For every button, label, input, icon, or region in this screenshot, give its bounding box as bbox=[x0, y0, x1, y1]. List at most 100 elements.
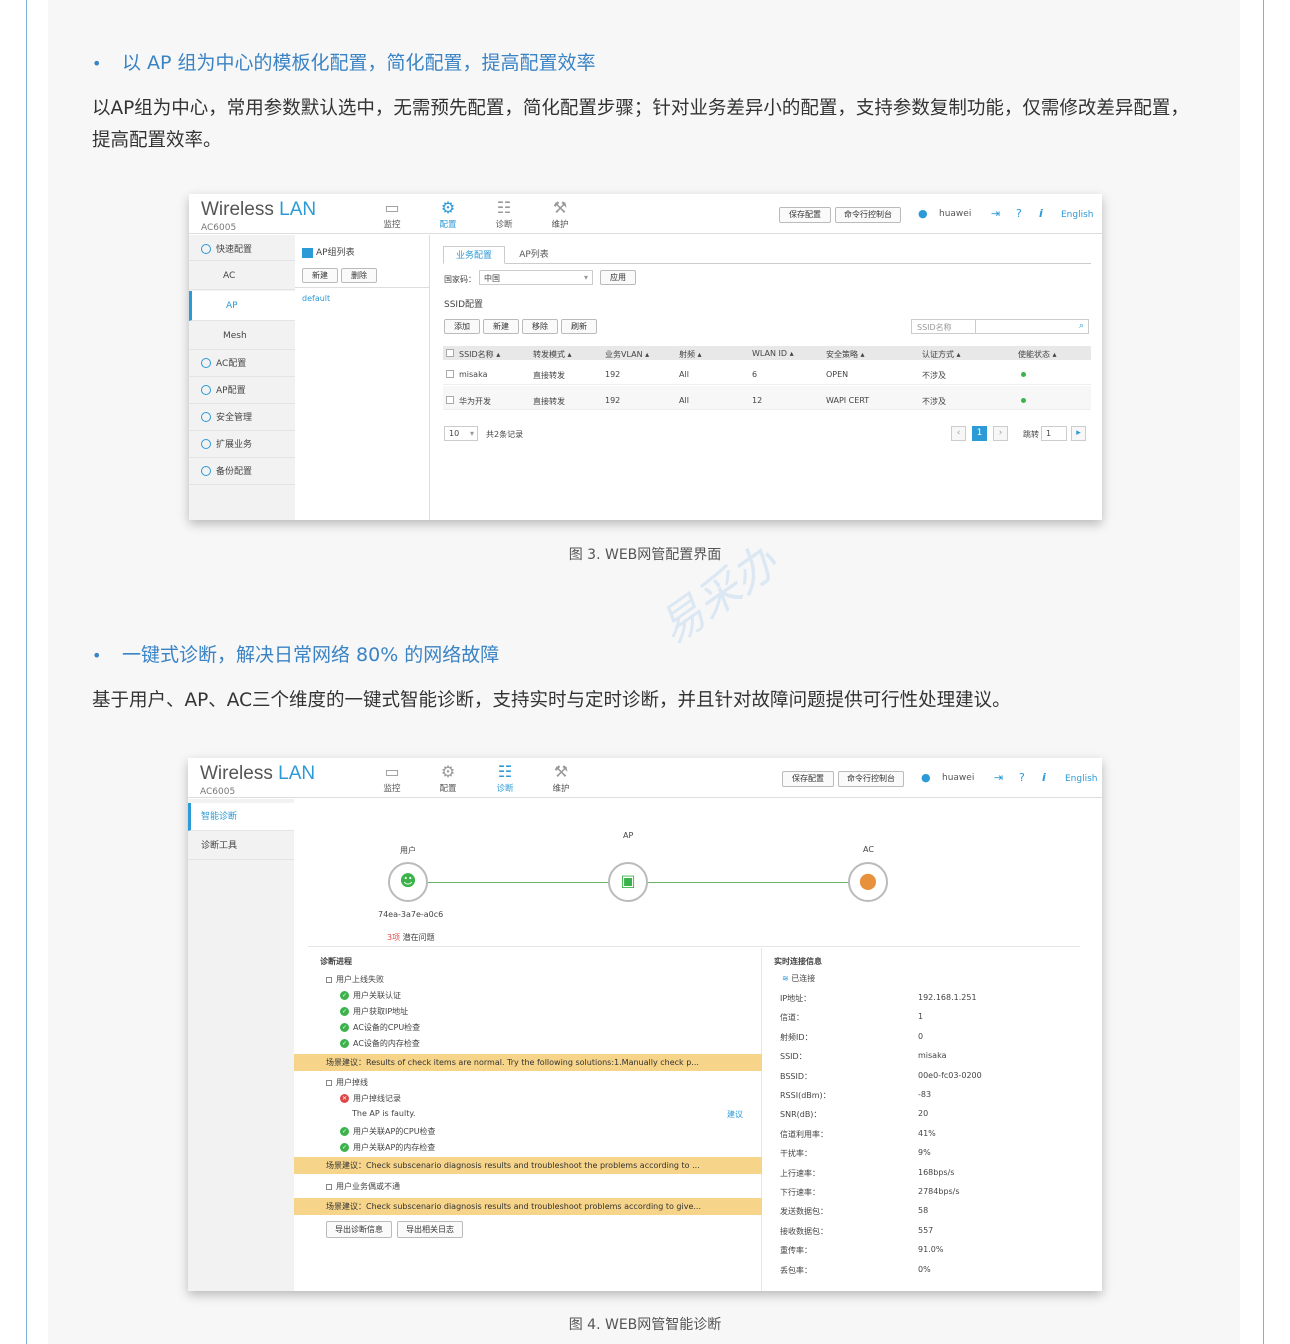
select-all-checkbox[interactable] bbox=[446, 349, 454, 357]
nav-ap-config[interactable]: AP配置 bbox=[189, 378, 295, 404]
row-checkbox[interactable] bbox=[446, 396, 454, 404]
ac-node-icon[interactable]: ⬤ bbox=[848, 862, 888, 902]
nav-ac-config[interactable]: AC配置 bbox=[189, 351, 295, 377]
tab-service-config[interactable]: 业务配置 bbox=[443, 246, 505, 264]
check-icon: ✓ bbox=[340, 1127, 349, 1136]
nav-ac[interactable]: AC bbox=[189, 262, 295, 290]
col-vlan[interactable]: 业务VLAN ▴ bbox=[605, 349, 649, 360]
ssid-search-input[interactable]: SSID名称 ⌕ bbox=[911, 319, 1089, 334]
info-value: 168bps/s bbox=[918, 1167, 955, 1177]
logout-icon[interactable]: ⇥ bbox=[994, 771, 1003, 784]
col-auth[interactable]: 认证方式 ▴ bbox=[922, 349, 961, 360]
info-label: SSID： bbox=[780, 1052, 807, 1062]
nav-diagnosis-tools[interactable]: 诊断工具 bbox=[188, 832, 294, 860]
nav-diagnose[interactable]: ☷ 诊断 bbox=[485, 762, 525, 794]
language-link[interactable]: English bbox=[1061, 210, 1094, 220]
cell-ssid: 华为开发 bbox=[459, 397, 491, 406]
col-radio[interactable]: 射频 ▴ bbox=[679, 349, 702, 360]
nav-maintain[interactable]: ⚒ 维护 bbox=[541, 762, 581, 794]
nav-security[interactable]: 安全管理 bbox=[189, 405, 295, 431]
next-page-button[interactable]: › bbox=[993, 426, 1008, 441]
group-online-fail[interactable]: 用户上线失败 bbox=[326, 974, 384, 985]
help-icon[interactable]: ? bbox=[1016, 207, 1022, 220]
model-label: AC6005 bbox=[200, 787, 236, 797]
export-log-button[interactable]: 导出相关日志 bbox=[397, 1221, 463, 1238]
help-icon[interactable]: ? bbox=[1019, 771, 1025, 784]
nav-ap[interactable]: AP bbox=[189, 291, 295, 321]
add-button[interactable]: 添加 bbox=[444, 319, 480, 334]
nav-config[interactable]: ⚙ 配置 bbox=[428, 198, 468, 230]
progress-title: 诊断进程 bbox=[320, 957, 352, 966]
info-value: 0% bbox=[918, 1264, 931, 1274]
col-security[interactable]: 安全策略 ▴ bbox=[826, 349, 865, 360]
info-value: 1 bbox=[918, 1012, 924, 1022]
group-new-button[interactable]: 新建 bbox=[302, 268, 338, 283]
refresh-button[interactable]: 刷新 bbox=[561, 319, 597, 334]
row-checkbox[interactable] bbox=[446, 370, 454, 378]
page-size-select[interactable]: 10 ▾ bbox=[444, 426, 478, 441]
group-delete-button[interactable]: 删除 bbox=[341, 268, 377, 283]
new-button[interactable]: 新建 bbox=[483, 319, 519, 334]
info-icon[interactable]: i bbox=[1042, 771, 1046, 784]
country-label: 国家码： bbox=[444, 275, 476, 284]
nav-backup[interactable]: 备份配置 bbox=[189, 459, 295, 485]
country-select[interactable]: 中国 ▾ bbox=[479, 270, 593, 285]
check-icon: ✓ bbox=[340, 991, 349, 1000]
col-enable[interactable]: 使能状态 ▴ bbox=[1018, 349, 1057, 360]
node-user-label: 用户 bbox=[400, 846, 416, 855]
check-icon: ✓ bbox=[340, 1023, 349, 1032]
nav-monitor[interactable]: ▭ 监控 bbox=[372, 762, 412, 794]
ssid-config-title: SSID配置 bbox=[444, 300, 484, 310]
group-user-offline[interactable]: 用户掉线 bbox=[326, 1077, 368, 1088]
username[interactable]: huawei bbox=[942, 773, 974, 783]
language-link[interactable]: English bbox=[1065, 774, 1098, 784]
info-label: 信道利用率： bbox=[780, 1129, 828, 1139]
info-icon[interactable]: i bbox=[1039, 207, 1043, 220]
ap-node-icon[interactable]: ▣ bbox=[608, 862, 648, 902]
col-wlanid[interactable]: WLAN ID ▴ bbox=[752, 349, 794, 358]
go-page-button[interactable]: ▸ bbox=[1071, 426, 1086, 441]
check-item: ✓ 用户关联AP的CPU检查 bbox=[340, 1127, 436, 1136]
figure4-caption: 图 4. WEB网管智能诊断 bbox=[568, 1317, 722, 1333]
ap-group-list-title: AP组列表 bbox=[302, 245, 355, 258]
cli-button[interactable]: 命令行控制台 bbox=[835, 207, 901, 223]
jump-input[interactable]: 1 bbox=[1041, 426, 1067, 441]
apply-button[interactable]: 应用 bbox=[600, 270, 636, 285]
monitor-icon: ▭ bbox=[384, 762, 400, 781]
check-item: ✓ 用户获取IP地址 bbox=[340, 1007, 409, 1016]
group-default[interactable]: default bbox=[302, 294, 330, 303]
remove-button[interactable]: 移除 bbox=[522, 319, 558, 334]
divider bbox=[761, 948, 762, 1291]
cell-vlan: 192 bbox=[605, 370, 621, 379]
info-label: 上行速率： bbox=[780, 1168, 820, 1178]
info-value: 58 bbox=[918, 1206, 929, 1216]
jump-label: 跳转 bbox=[1023, 430, 1039, 439]
suggest-link[interactable]: 建议 bbox=[727, 1109, 743, 1120]
nav-maintain[interactable]: ⚒ 维护 bbox=[540, 198, 580, 230]
info-label: 重传率： bbox=[780, 1246, 812, 1256]
save-config-button[interactable]: 保存配置 bbox=[782, 771, 834, 787]
group-service-fail[interactable]: 用户业务偶或不通 bbox=[326, 1181, 400, 1192]
info-value: 0 bbox=[918, 1031, 924, 1041]
nav-smart-diagnosis[interactable]: 智能诊断 bbox=[188, 803, 294, 831]
section2-heading-text: 一键式诊断，解决日常网络 80% 的网络故障 bbox=[122, 644, 500, 666]
prev-page-button[interactable]: ‹ bbox=[951, 426, 966, 441]
nav-quick-config[interactable]: 快速配置 bbox=[189, 239, 295, 261]
col-ssid[interactable]: SSID名称 ▴ bbox=[459, 349, 500, 360]
info-label: IP地址： bbox=[780, 994, 812, 1003]
nav-monitor[interactable]: ▭ 监控 bbox=[372, 198, 412, 230]
maintain-icon: ⚒ bbox=[553, 762, 569, 781]
nav-mesh[interactable]: Mesh bbox=[189, 322, 295, 350]
col-forward[interactable]: 转发模式 ▴ bbox=[533, 349, 572, 360]
nav-extend[interactable]: 扩展业务 bbox=[189, 432, 295, 458]
save-config-button[interactable]: 保存配置 bbox=[779, 207, 831, 223]
nav-config[interactable]: ⚙ 配置 bbox=[428, 762, 468, 794]
nav-diagnose[interactable]: ☷ 诊断 bbox=[484, 198, 524, 230]
cli-button[interactable]: 命令行控制台 bbox=[838, 771, 904, 787]
user-node-icon[interactable]: ☻ bbox=[388, 862, 428, 902]
username[interactable]: huawei bbox=[939, 209, 971, 219]
logout-icon[interactable]: ⇥ bbox=[991, 207, 1000, 220]
export-diagnosis-button[interactable]: 导出诊断信息 bbox=[326, 1221, 392, 1238]
tab-ap-list[interactable]: AP列表 bbox=[509, 246, 559, 264]
page-number[interactable]: 1 bbox=[972, 426, 987, 441]
